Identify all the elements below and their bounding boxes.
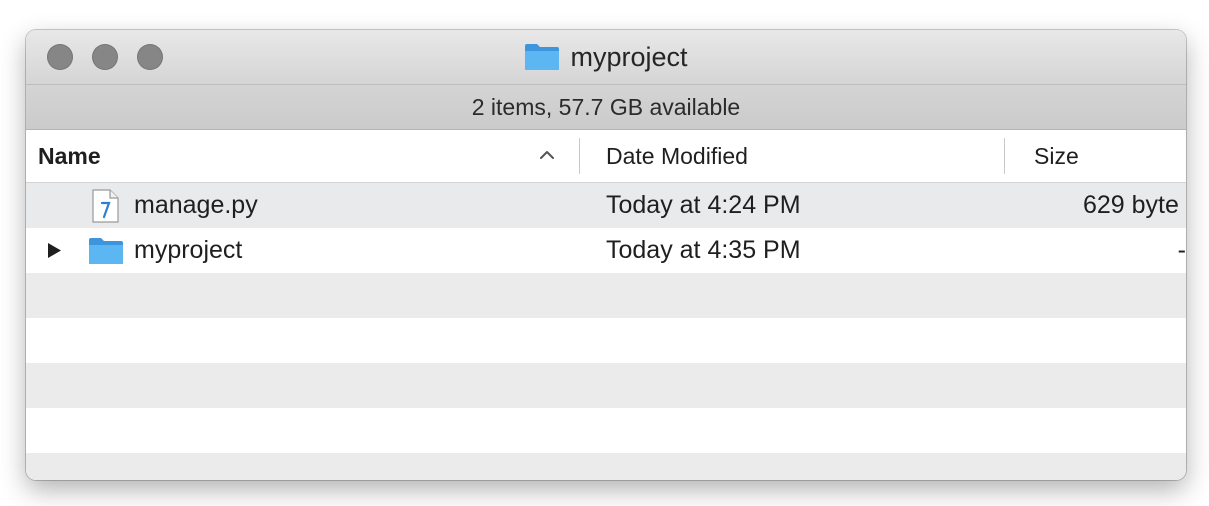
file-list: manage.py Today at 4:24 PM 629 byte mypr…	[26, 183, 1186, 480]
column-date-header[interactable]: Date Modified	[606, 130, 748, 182]
empty-row	[26, 363, 1186, 408]
file-size: -	[1177, 236, 1186, 264]
empty-row	[26, 453, 1186, 480]
file-date: Today at 4:24 PM	[606, 191, 801, 219]
column-header: Name Date Modified Size	[26, 130, 1186, 183]
window-title: myproject	[570, 41, 688, 72]
file-row-manage-py[interactable]: manage.py Today at 4:24 PM 629 byte	[26, 183, 1186, 228]
file-size: 629 byte	[1083, 191, 1179, 219]
file-name: myproject	[134, 236, 243, 264]
column-divider[interactable]	[579, 138, 580, 174]
empty-row	[26, 408, 1186, 453]
folder-icon	[525, 44, 560, 70]
folder-icon	[89, 238, 123, 264]
empty-row	[26, 318, 1186, 363]
python-file-icon	[92, 189, 119, 223]
disclosure-triangle-icon[interactable]	[46, 242, 62, 259]
file-row-myproject[interactable]: myproject Today at 4:35 PM -	[26, 228, 1186, 273]
file-name: manage.py	[134, 191, 258, 219]
file-date: Today at 4:35 PM	[606, 236, 801, 264]
column-name-header[interactable]: Name	[38, 130, 101, 182]
window-title-group: myproject	[26, 30, 1186, 84]
status-bar: 2 items, 57.7 GB available	[26, 84, 1186, 130]
finder-window: myproject 2 items, 57.7 GB available Nam…	[26, 30, 1186, 480]
desktop: myproject 2 items, 57.7 GB available Nam…	[0, 0, 1209, 506]
title-bar[interactable]: myproject	[26, 30, 1186, 84]
column-divider[interactable]	[1004, 138, 1005, 174]
empty-row	[26, 273, 1186, 318]
chevron-up-icon[interactable]	[536, 144, 558, 166]
column-size-header[interactable]: Size	[1034, 130, 1079, 182]
